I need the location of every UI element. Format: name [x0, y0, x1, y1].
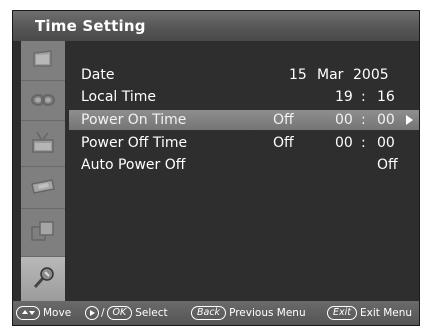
help-move: Move	[16, 301, 71, 325]
date-day: 15	[289, 67, 307, 83]
osd-menu: Time Setting Date 15 Mar 2005 Local Time…	[12, 10, 420, 326]
time-separator: :	[361, 112, 366, 128]
row-power-off-time[interactable]: Power Off Time Off 00 : 00	[69, 133, 419, 153]
sidebar-item-tools[interactable]	[21, 257, 65, 303]
help-select-label: Select	[135, 307, 168, 319]
row-label: Power Off Time	[81, 135, 188, 151]
picture-icon	[29, 47, 57, 75]
back-key-icon: Back	[191, 306, 227, 320]
row-label: Auto Power Off	[81, 157, 186, 173]
row-auto-power-off[interactable]: Auto Power Off Off	[69, 155, 419, 175]
sidebar	[21, 41, 65, 303]
auto-power-off-state: Off	[377, 157, 398, 173]
sidebar-item-picture[interactable]	[21, 41, 65, 81]
up-down-icon	[16, 306, 40, 320]
help-select: / OK Select	[85, 301, 168, 325]
help-exit: Exit Exit Menu	[327, 301, 412, 325]
row-label: Date	[81, 67, 115, 83]
power-off-state: Off	[273, 135, 294, 151]
chevron-right-icon[interactable]	[406, 115, 413, 125]
date-month: Mar	[317, 67, 344, 83]
sidebar-item-input[interactable]	[21, 209, 65, 257]
menu-title: Time Setting	[13, 11, 419, 41]
setup-icon	[29, 174, 57, 202]
time-hour: 00	[335, 112, 353, 128]
exit-key-icon: Exit	[327, 306, 357, 320]
tools-icon	[29, 266, 57, 294]
help-back: Back Previous Menu	[191, 301, 306, 325]
time-minute: 00	[377, 135, 395, 151]
input-icon	[29, 219, 57, 247]
slash-separator: /	[101, 307, 105, 319]
row-power-on-time[interactable]: Power On Time Off 00 : 00	[69, 110, 419, 130]
row-label: Power On Time	[81, 112, 187, 128]
help-previous-menu-label: Previous Menu	[229, 307, 306, 319]
sidebar-item-sound[interactable]	[21, 81, 65, 121]
settings-panel: Date 15 Mar 2005 Local Time 19 : 16 Powe…	[69, 41, 419, 303]
time-separator: :	[361, 135, 366, 151]
power-on-state: Off	[273, 112, 294, 128]
right-arrow-button-icon	[85, 306, 99, 320]
help-move-label: Move	[43, 307, 72, 319]
channel-icon	[29, 130, 57, 158]
help-exit-menu-label: Exit Menu	[360, 307, 413, 319]
date-year: 2005	[353, 67, 389, 83]
sidebar-item-setup[interactable]	[21, 167, 65, 209]
time-hour: 19	[335, 89, 353, 105]
row-label: Local Time	[81, 89, 156, 105]
time-hour: 00	[335, 135, 353, 151]
sidebar-item-channel[interactable]	[21, 121, 65, 167]
ok-key-icon: OK	[106, 306, 133, 320]
row-date[interactable]: Date 15 Mar 2005	[69, 65, 419, 85]
time-minute: 16	[377, 89, 395, 105]
row-local-time[interactable]: Local Time 19 : 16	[69, 87, 419, 107]
time-separator: :	[361, 89, 366, 105]
help-bar: Move / OK Select Back Previous Menu Exit…	[13, 301, 419, 325]
sound-icon	[29, 87, 57, 115]
time-minute: 00	[377, 112, 395, 128]
